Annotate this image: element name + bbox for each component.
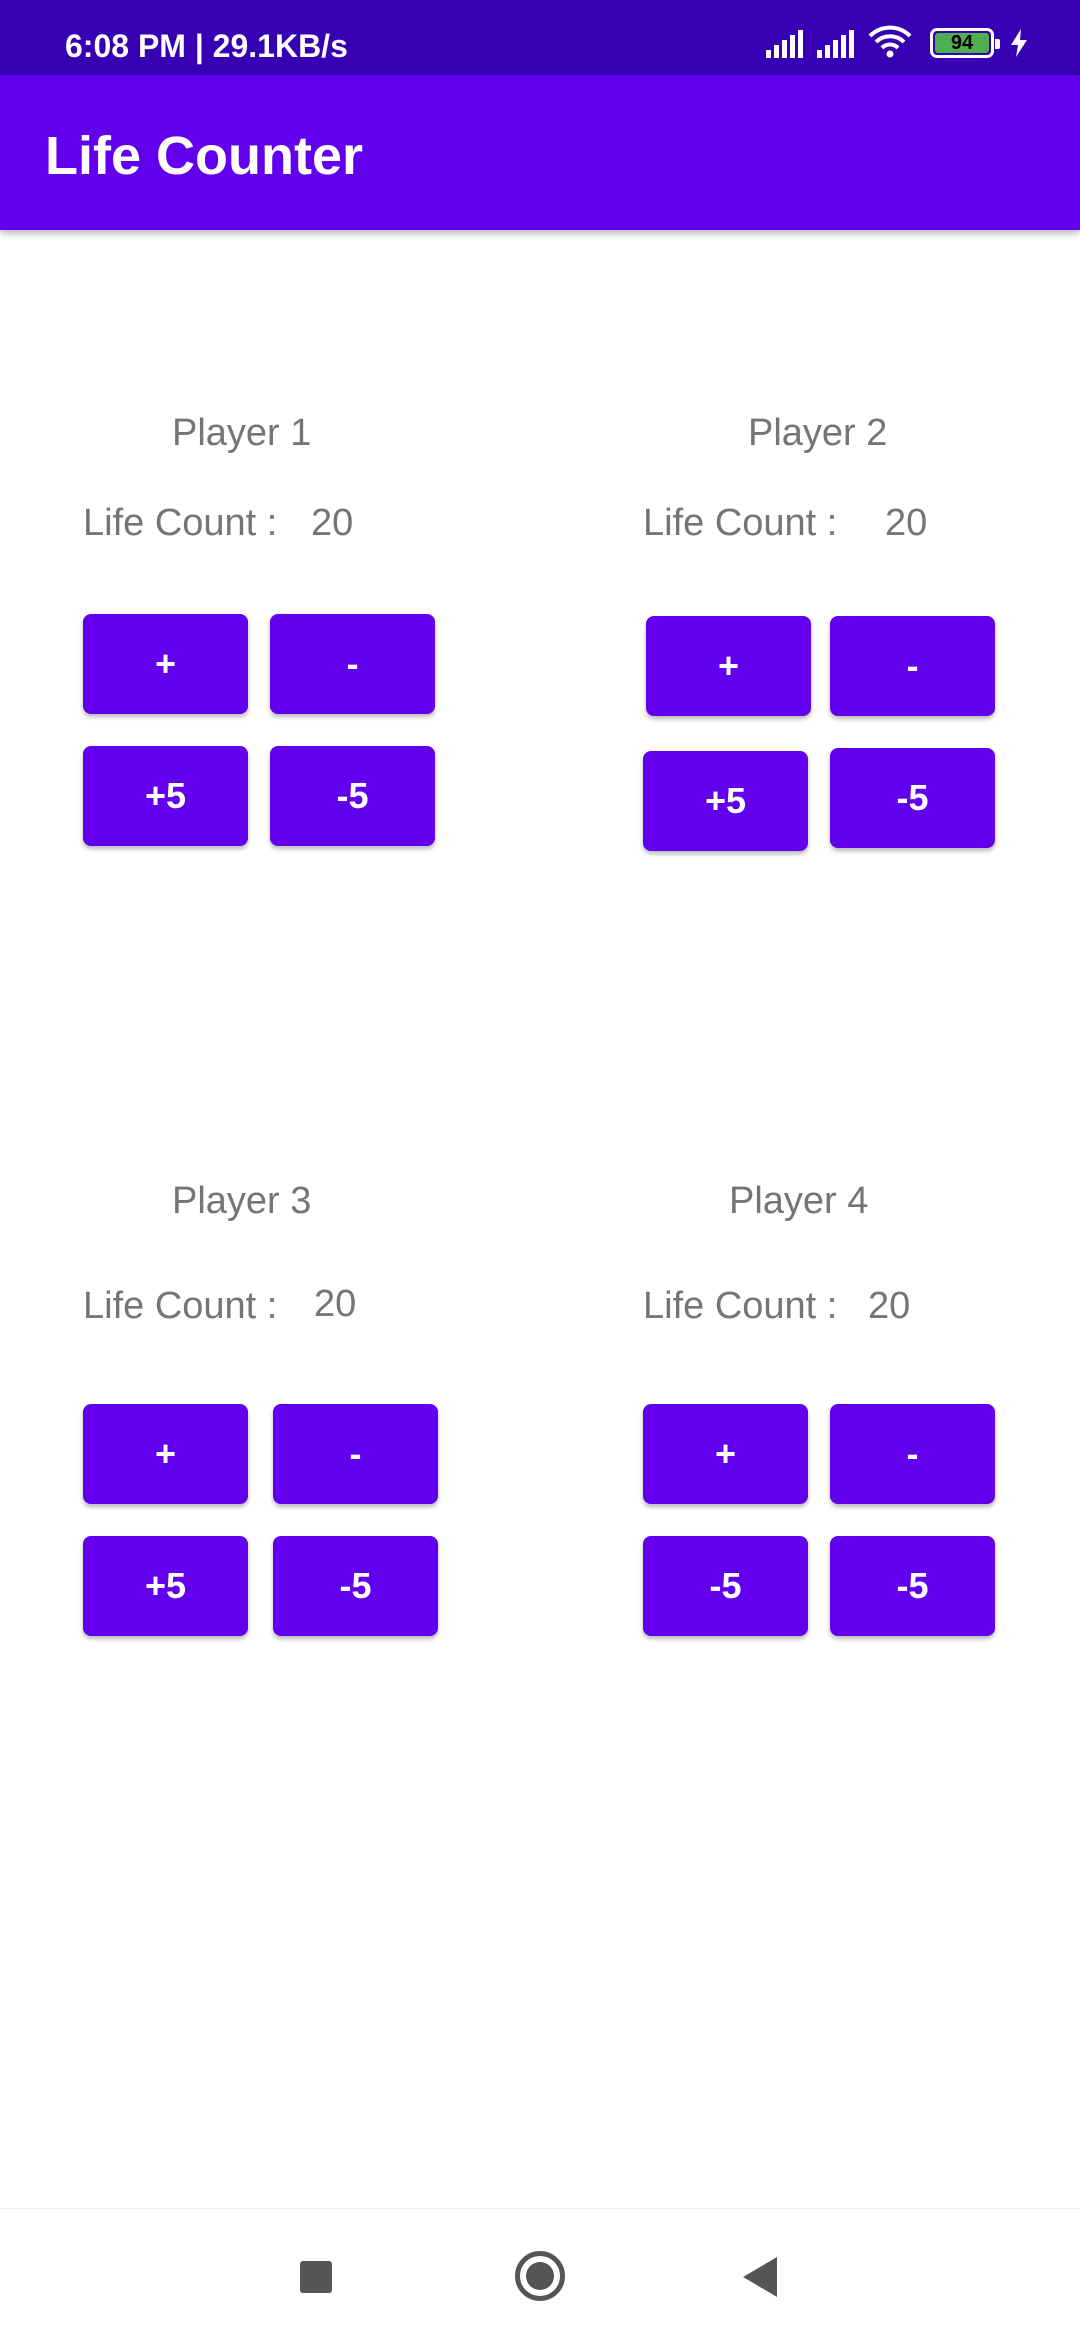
minus-one-button[interactable]: - [273,1404,438,1504]
life-count-label: Life Count : [643,502,838,544]
plus-one-button[interactable]: + [83,1404,248,1504]
player-title: Player 3 [172,1180,312,1222]
status-time: 6:08 PM | 29.1KB/s [65,28,348,64]
plus-five-button[interactable]: +5 [643,751,808,851]
signal-icon [817,30,854,58]
life-count-label: Life Count : [83,502,278,544]
life-count-value: 20 [885,502,928,544]
recent-apps-icon[interactable] [300,2261,332,2293]
life-count-label: Life Count : [643,1285,838,1327]
life-count-label: Life Count : [83,1285,278,1327]
home-icon[interactable] [515,2251,565,2301]
minus-five-button[interactable]: -5 [270,746,435,846]
life-count-value: 20 [868,1285,911,1327]
battery-icon: 94 [930,28,1000,58]
minus-one-button[interactable]: - [270,614,435,714]
life-count-value: 20 [314,1283,357,1325]
plus-five-button[interactable]: +5 [83,1536,248,1636]
charging-icon [1011,29,1027,57]
life-count-value: 20 [311,502,354,544]
status-bar: 6:08 PM | 29.1KB/s 94 [0,0,1080,75]
navigation-bar [0,2208,1080,2340]
player-title: Player 4 [729,1180,869,1222]
minus-five-button[interactable]: -5 [830,1536,995,1636]
minus-five-button[interactable]: -5 [830,748,995,848]
battery-level: 94 [950,31,974,54]
plus-one-button[interactable]: + [83,614,248,714]
player-title: Player 1 [172,412,312,454]
player-title: Player 2 [748,412,888,454]
plus-one-button[interactable]: + [643,1404,808,1504]
minus-one-button[interactable]: - [830,616,995,716]
plus-five-button[interactable]: +5 [83,746,248,846]
app-bar: Life Counter [0,75,1080,230]
app-title: Life Counter [45,126,363,186]
signal-icon [766,30,803,58]
status-icons: 94 [766,22,1030,58]
minus-five-button[interactable]: -5 [273,1536,438,1636]
back-icon[interactable] [743,2257,777,2297]
minus-one-button[interactable]: - [830,1404,995,1504]
plus-one-button[interactable]: + [646,616,811,716]
minus-five-button[interactable]: -5 [643,1536,808,1636]
wifi-icon [868,25,912,58]
